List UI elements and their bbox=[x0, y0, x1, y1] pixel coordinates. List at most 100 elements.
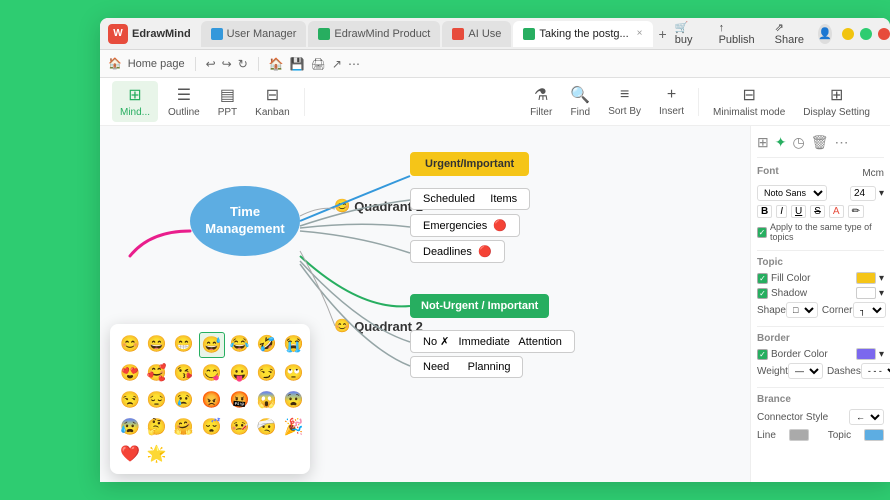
emoji-🤬[interactable]: 🤬 bbox=[228, 388, 252, 412]
emoji-🙄[interactable]: 🙄 bbox=[282, 361, 306, 385]
emoji-😭[interactable]: 😭 bbox=[282, 332, 306, 358]
emoji-😒[interactable]: 😒 bbox=[118, 388, 142, 412]
emoji-😴[interactable]: 😴 bbox=[199, 415, 225, 439]
emoji-😔[interactable]: 😔 bbox=[145, 388, 169, 412]
export-button[interactable]: ↗ bbox=[332, 57, 342, 71]
rp-trash-icon[interactable]: 🗑 bbox=[811, 134, 829, 151]
sort-by-button[interactable]: ≡ Sort By bbox=[600, 82, 649, 121]
emoji-😢[interactable]: 😢 bbox=[172, 388, 196, 412]
node-need-planning[interactable]: Need Planning bbox=[410, 356, 523, 378]
apply-same-checkbox[interactable]: ✓ Apply to the same type of topics bbox=[757, 222, 884, 242]
rp-clock-icon[interactable]: ◷ bbox=[792, 134, 804, 151]
node-not-urgent-important[interactable]: Not-Urgent / Important bbox=[410, 294, 549, 318]
rp-more-icon[interactable]: ⋯ bbox=[834, 134, 848, 151]
line-color-swatch[interactable] bbox=[789, 429, 809, 441]
emoji-😁[interactable]: 😁 bbox=[172, 332, 196, 358]
undo-button[interactable]: ↩ bbox=[206, 57, 216, 71]
tab-user-manager[interactable]: User Manager bbox=[201, 21, 307, 47]
find-button[interactable]: 🔍 Find bbox=[562, 81, 598, 122]
node-emergencies[interactable]: Emergencies 🔴 bbox=[410, 214, 520, 237]
more-button[interactable]: ⋯ bbox=[348, 57, 360, 71]
node-urgent-important[interactable]: Urgent/Important bbox=[410, 152, 529, 176]
dashes-select[interactable]: - - - bbox=[861, 363, 890, 379]
node-deadlines[interactable]: Deadlines 🔴 bbox=[410, 240, 505, 263]
shape-select[interactable]: □ bbox=[786, 302, 818, 318]
center-node[interactable]: TimeManagement bbox=[190, 186, 300, 256]
emoji-🌟[interactable]: 🌟 bbox=[145, 442, 169, 466]
emoji-😄[interactable]: 😄 bbox=[145, 332, 169, 358]
insert-button[interactable]: + Insert bbox=[651, 82, 692, 121]
fill-color-swatch[interactable] bbox=[856, 272, 876, 284]
refresh-button[interactable]: ↻ bbox=[238, 57, 248, 71]
print-button[interactable]: 🖨 bbox=[311, 57, 326, 71]
corner-select[interactable]: ┐ bbox=[853, 302, 886, 318]
border-color-swatch[interactable] bbox=[856, 348, 876, 360]
emoji-🥰[interactable]: 🥰 bbox=[145, 361, 169, 385]
display-setting-button[interactable]: ⊞ Display Setting bbox=[795, 81, 878, 122]
font-size-chevron[interactable]: ▾ bbox=[879, 188, 884, 199]
emoji-😰[interactable]: 😰 bbox=[118, 415, 142, 439]
filter-button[interactable]: ⚗ Filter bbox=[522, 81, 560, 122]
border-color-checkbox[interactable]: ✓ Border Color ▾ bbox=[757, 348, 884, 360]
bold-button[interactable]: B bbox=[757, 205, 772, 218]
fill-color-chevron[interactable]: ▾ bbox=[879, 273, 884, 284]
weight-select[interactable]: — bbox=[788, 363, 823, 379]
emoji-😋[interactable]: 😋 bbox=[199, 361, 225, 385]
connector-select[interactable]: ← bbox=[849, 409, 884, 425]
minimize-button[interactable] bbox=[842, 28, 854, 40]
home-icon[interactable]: 🏠 bbox=[108, 57, 122, 70]
save-button[interactable]: 💾 bbox=[290, 57, 305, 71]
canvas[interactable]: TimeManagement 😊 Quadrant 1 Urgent/Impor… bbox=[100, 126, 750, 482]
emoji-😨[interactable]: 😨 bbox=[282, 388, 306, 412]
node-no-immediate[interactable]: No ✗ Immediate Attention bbox=[410, 330, 575, 353]
buy-button[interactable]: 🛒 buy bbox=[669, 19, 705, 48]
emoji-😡[interactable]: 😡 bbox=[199, 388, 225, 412]
shadow-checkbox[interactable]: ✓ Shadow ▾ bbox=[757, 287, 884, 299]
font-name-select[interactable]: Noto Sans SC bbox=[757, 185, 827, 201]
ppt-button[interactable]: ▤ PPT bbox=[210, 81, 245, 122]
emoji-🤔[interactable]: 🤔 bbox=[145, 415, 169, 439]
share-button[interactable]: ⇗ Share bbox=[769, 19, 810, 48]
maximize-button[interactable] bbox=[860, 28, 872, 40]
emoji-🤣[interactable]: 🤣 bbox=[255, 332, 279, 358]
fill-color-checkbox[interactable]: ✓ Fill Color ▾ bbox=[757, 272, 884, 284]
emoji-😅[interactable]: 😅 bbox=[199, 332, 225, 358]
font-size-input[interactable] bbox=[850, 186, 876, 201]
emoji-🎉[interactable]: 🎉 bbox=[282, 415, 306, 439]
emoji-🤕[interactable]: 🤕 bbox=[255, 415, 279, 439]
folder-button[interactable]: 🏠 bbox=[269, 57, 284, 71]
tab-ai-use[interactable]: AI Use bbox=[442, 21, 511, 47]
rp-wand-icon[interactable]: ✦ bbox=[775, 134, 787, 151]
redo-button[interactable]: ↪ bbox=[222, 57, 232, 71]
emoji-😘[interactable]: 😘 bbox=[172, 361, 196, 385]
emoji-😛[interactable]: 😛 bbox=[228, 361, 252, 385]
close-button[interactable] bbox=[878, 28, 890, 40]
emoji-🤒[interactable]: 🤒 bbox=[228, 415, 252, 439]
outline-button[interactable]: ☰ Outline bbox=[160, 81, 208, 122]
minimalist-button[interactable]: ⊟ Minimalist mode bbox=[705, 81, 793, 122]
emoji-😱[interactable]: 😱 bbox=[255, 388, 279, 412]
add-tab-button[interactable]: + bbox=[659, 26, 667, 42]
emoji-🤗[interactable]: 🤗 bbox=[172, 415, 196, 439]
tab-edrawmind-product[interactable]: EdrawMind Product bbox=[308, 21, 440, 47]
border-color-chevron[interactable]: ▾ bbox=[879, 349, 884, 360]
font-color-button[interactable]: A bbox=[829, 205, 844, 218]
rp-grid-icon[interactable]: ⊞ bbox=[757, 134, 769, 151]
emoji-😂[interactable]: 😂 bbox=[228, 332, 252, 358]
underline-button[interactable]: U bbox=[791, 205, 806, 218]
emoji-😍[interactable]: 😍 bbox=[118, 361, 142, 385]
publish-button[interactable]: ↑ Publish bbox=[713, 20, 761, 48]
emoji-😊[interactable]: 😊 bbox=[118, 332, 142, 358]
font-highlight-button[interactable]: ✏ bbox=[848, 205, 864, 218]
topic-color-swatch[interactable] bbox=[864, 429, 884, 441]
emoji-❤️[interactable]: ❤️ bbox=[118, 442, 142, 466]
emoji-😏[interactable]: 😏 bbox=[255, 361, 279, 385]
kanban-button[interactable]: ⊟ Kanban bbox=[247, 81, 297, 122]
user-avatar[interactable]: 👤 bbox=[818, 24, 832, 44]
tab-taking[interactable]: Taking the postg... × bbox=[513, 21, 652, 47]
shadow-color-chevron[interactable]: ▾ bbox=[879, 288, 884, 299]
italic-button[interactable]: I bbox=[776, 205, 787, 218]
node-scheduled-items[interactable]: Scheduled Items bbox=[410, 188, 530, 210]
mind-map-button[interactable]: ⊞ Mind... bbox=[112, 81, 158, 122]
strikethrough-button[interactable]: S bbox=[810, 205, 825, 218]
